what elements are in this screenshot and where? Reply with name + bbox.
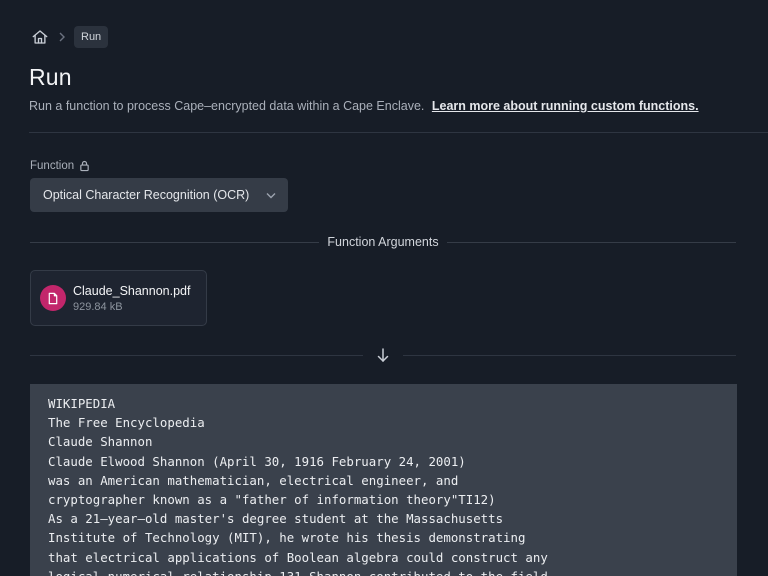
function-select[interactable]: Optical Character Recognition (OCR) [30,178,288,212]
breadcrumb-current[interactable]: Run [74,26,109,48]
home-icon[interactable] [30,27,50,47]
output-line: cryptographer known as a "father of info… [48,492,496,508]
file-card[interactable]: Claude_Shannon.pdf 929.84 kB [30,270,207,326]
function-arguments-divider: Function Arguments [30,233,737,251]
output-line: was an American mathematician, electrica… [48,472,459,488]
output-line: Claude Elwood Shannon (April 30, 1916 Fe… [48,453,466,469]
function-arguments-heading: Function Arguments [327,235,439,249]
function-select-value: Optical Character Recognition (OCR) [43,188,250,202]
page-subtitle: Run a function to process Cape–encrypted… [29,99,699,113]
file-size: 929.84 kB [73,300,123,313]
page-title: Run [29,64,72,90]
divider-line-left [30,354,363,356]
header-divider [29,132,768,133]
document-icon [40,285,66,311]
output-line: that electrical applications of Boolean … [48,549,548,565]
ocr-output[interactable]: WIKIPEDIA The Free Encyclopedia Claude S… [30,384,737,576]
output-line: WIKIPEDIA [48,396,116,411]
output-line: Claude Shannon [48,434,153,450]
function-label-text: Function [30,160,75,172]
breadcrumb: Run [30,25,109,49]
output-line: Institute of Technology (MIT), he wrote … [48,530,526,546]
function-label: Function [30,160,90,172]
output-line: As a 21–year–old master's degree student… [48,511,504,527]
subtitle-text: Run a function to process Cape–encrypted… [29,99,425,113]
chevron-down-icon [266,192,276,199]
output-line: logical numerical relationship.131 Shann… [48,567,719,576]
chevron-right-icon [58,32,66,42]
output-line: The Free Encyclopedia [48,415,205,431]
learn-more-link[interactable]: Learn more about running custom function… [432,99,699,113]
arrow-down-icon [363,348,403,362]
file-name: Claude_Shannon.pdf [73,283,191,298]
lock-icon [79,160,90,172]
output-divider [30,346,736,364]
divider-line-right [403,354,736,356]
file-meta: Claude_Shannon.pdf 929.84 kB [73,283,190,314]
run-page: Run Run Run a function to process Cape–e… [0,0,768,576]
divider-line-left [30,241,320,243]
divider-line-right [446,241,737,243]
